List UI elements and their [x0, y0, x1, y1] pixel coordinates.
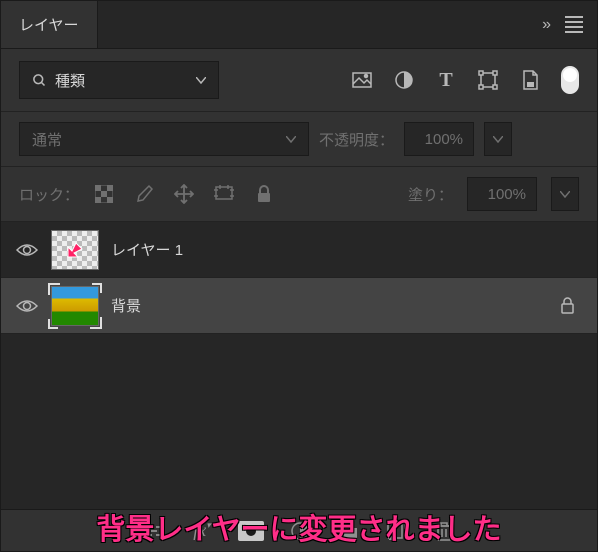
filter-type-text-icon[interactable]: T	[435, 69, 457, 91]
blend-mode-select[interactable]: 通常	[19, 122, 309, 156]
group-icon[interactable]	[336, 522, 360, 540]
panel-title: レイヤー	[19, 14, 79, 35]
mask-icon[interactable]	[238, 521, 264, 541]
lock-artboard-icon[interactable]	[213, 183, 235, 205]
opacity-label: 不透明度：	[319, 129, 394, 150]
filter-type-label: 種類	[55, 70, 188, 91]
blend-mode-label: 通常	[32, 129, 62, 150]
trash-icon[interactable]	[432, 521, 456, 541]
lock-paint-icon[interactable]	[133, 183, 155, 205]
layer-name[interactable]: 背景	[111, 295, 548, 316]
filter-shape-icon[interactable]	[477, 69, 499, 91]
visibility-toggle-icon[interactable]	[15, 298, 39, 314]
layers-list: レイヤー 1 背景	[1, 222, 597, 509]
search-icon	[32, 73, 47, 88]
layer-item[interactable]: 背景	[1, 278, 597, 334]
filter-smart-icon[interactable]	[519, 69, 541, 91]
filter-pixel-icon[interactable]	[351, 69, 373, 91]
opacity-field[interactable]: 100%	[404, 122, 474, 156]
layer-thumbnail[interactable]	[51, 230, 99, 270]
layer-name[interactable]: レイヤー 1	[111, 239, 583, 260]
filter-toggle[interactable]	[561, 66, 579, 94]
layer-lock-icon[interactable]	[560, 297, 583, 314]
lock-transparency-icon[interactable]	[93, 183, 115, 205]
panel-tab-layers[interactable]: レイヤー	[1, 1, 98, 48]
fx-icon[interactable]: fx▾	[190, 520, 214, 541]
filter-adjustment-icon[interactable]	[393, 69, 415, 91]
bottom-toolbar: fx▾	[1, 509, 597, 551]
new-layer-icon[interactable]	[384, 522, 408, 540]
lock-row: ロック： 塗り： 100%	[1, 167, 597, 222]
lock-position-icon[interactable]	[173, 183, 195, 205]
layer-thumbnail[interactable]	[51, 286, 99, 326]
collapse-icon[interactable]: »	[542, 16, 551, 34]
visibility-toggle-icon[interactable]	[15, 242, 39, 258]
blend-row: 通常 不透明度： 100%	[1, 112, 597, 167]
lock-all-icon[interactable]	[253, 183, 275, 205]
opacity-expand[interactable]	[484, 122, 512, 156]
filter-row: 種類 T	[1, 49, 597, 112]
adjustment-layer-icon[interactable]	[288, 521, 312, 541]
lock-label: ロック：	[19, 184, 79, 205]
fill-value: 100%	[488, 186, 526, 203]
filter-type-select[interactable]: 種類	[19, 61, 219, 99]
panel-menu-icon[interactable]	[565, 16, 583, 33]
opacity-value: 100%	[425, 131, 463, 148]
fill-expand[interactable]	[551, 177, 579, 211]
panel-header: レイヤー »	[1, 1, 597, 49]
link-icon[interactable]	[142, 525, 166, 537]
layer-item[interactable]: レイヤー 1	[1, 222, 597, 278]
fill-label: 塗り：	[408, 184, 453, 205]
fill-field[interactable]: 100%	[467, 177, 537, 211]
chevron-down-icon	[196, 77, 206, 84]
chevron-down-icon	[286, 136, 296, 143]
layers-panel: レイヤー » 種類 T	[0, 0, 598, 552]
